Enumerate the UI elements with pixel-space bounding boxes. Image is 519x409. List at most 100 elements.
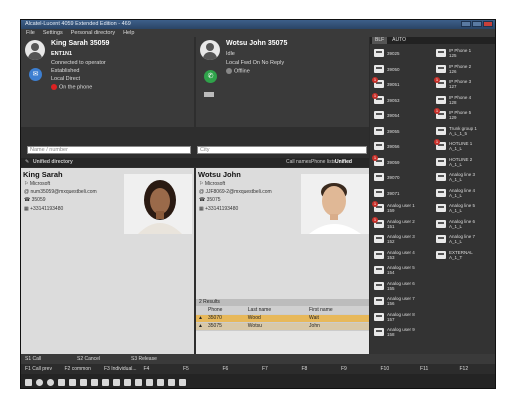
blf-item[interactable]: HOTLINE 2 A_1_L	[434, 155, 495, 171]
function-key[interactable]: F11	[420, 364, 428, 374]
blf-item[interactable]: Analog user 5 154	[372, 263, 434, 279]
blf-item[interactable]: Analog user 9 158	[372, 325, 434, 341]
blf-item[interactable]: Analog line 3 A_1_L	[434, 170, 495, 186]
blf-item[interactable]: 1 Analog user 2 151	[372, 216, 434, 233]
blf-item[interactable]: IP Phone 2 126	[434, 62, 495, 78]
key-icon[interactable]	[168, 378, 175, 386]
settings-icon[interactable]	[36, 378, 43, 386]
call-panel-2[interactable]: Wotsu John 35075 Idle Local Fwd On No Re…	[196, 37, 369, 127]
call-line-5: On the phone	[51, 84, 92, 90]
blf-item[interactable]: 39050	[372, 62, 434, 78]
blf-label: IP Phone 5 129	[449, 110, 472, 120]
blf-item[interactable]: 39055	[372, 124, 434, 140]
forward-icon[interactable]	[91, 378, 98, 386]
blf-label: HOTLINE 1 A_1_L	[449, 141, 473, 151]
s1-call-button[interactable]: S1 Call	[25, 354, 41, 364]
function-key[interactable]: F4	[144, 364, 150, 374]
tab-auto[interactable]: AUTO	[389, 37, 409, 44]
menu-help[interactable]: Help	[123, 29, 134, 37]
blf-item[interactable]: Analog user 7 156	[372, 294, 434, 310]
s3-release-button[interactable]: S3 Release	[131, 354, 157, 364]
chat-button[interactable]: ✉	[29, 68, 42, 81]
city-search[interactable]: City	[197, 146, 367, 154]
blf-item[interactable]: 1 Analog user 1 159	[372, 201, 434, 217]
blf-item[interactable]: Analog line 5 A_1_L	[434, 201, 495, 217]
function-key[interactable]: F12	[460, 364, 469, 374]
phone-device-icon	[374, 328, 384, 336]
contact-phone: ▦ +33141193480	[24, 206, 64, 212]
blf-label: Analog user 3 152	[387, 234, 415, 244]
table-row[interactable]: ▲ 35070 Wood Wait	[196, 314, 369, 323]
tab-blf[interactable]: BLF	[372, 37, 388, 44]
blf-item[interactable]: Analog line 7 A_1_L	[434, 232, 495, 248]
column-header[interactable]: First name	[307, 306, 369, 315]
close-button[interactable]	[483, 21, 493, 27]
transfer-icon[interactable]	[135, 378, 142, 386]
blf-item[interactable]: Analog line 6 A_1_L	[434, 217, 495, 233]
blf-item[interactable]: 1 39053	[372, 92, 434, 109]
blf-item[interactable]: 39054	[372, 108, 434, 124]
blf-item[interactable]: IP Phone 4 128	[434, 93, 495, 109]
back-icon[interactable]	[80, 378, 87, 386]
phone-device-icon	[436, 126, 446, 135]
blf-item[interactable]: Analog user 8 157	[372, 310, 434, 326]
blf-item[interactable]: IP Phone 1 125	[434, 46, 495, 62]
blf-item[interactable]: 39070	[372, 170, 434, 186]
blf-item[interactable]: 39056	[372, 139, 434, 155]
blf-item[interactable]: Trunk group 1 A_L_1_5	[434, 124, 495, 140]
tab-phone-lists[interactable]: Phone lists	[311, 158, 335, 167]
notification-badge: 1	[372, 216, 378, 223]
blf-item[interactable]: Analog user 3 152	[372, 232, 434, 248]
notification-badge: 1	[434, 139, 440, 145]
function-key[interactable]: F7	[262, 364, 268, 374]
table-row[interactable]: ▲ 35075 Wotsu John	[196, 322, 369, 331]
function-key[interactable]: F10	[381, 364, 390, 374]
menu-settings[interactable]: Settings	[43, 29, 63, 37]
next-icon[interactable]	[113, 378, 120, 386]
grid-icon[interactable]	[124, 378, 131, 386]
chat-icon[interactable]	[102, 378, 109, 386]
call-panel-1[interactable]: King Sarah 35059 ENT1N1 Connected to ope…	[21, 37, 194, 127]
blf-item[interactable]: 1 39059	[372, 154, 434, 171]
phone-icon[interactable]	[157, 378, 164, 386]
blf-label: Analog user 5 154	[387, 265, 415, 275]
maximize-button[interactable]	[472, 21, 482, 27]
blf-label: Analog line 4 A_1_L	[449, 187, 476, 198]
answer-call-button[interactable]: ✆	[204, 70, 217, 83]
notification-badge: 1	[372, 92, 378, 99]
bottom-toolbar	[21, 374, 495, 388]
blf-item[interactable]: 1 IP Phone 3 127	[434, 77, 495, 93]
blf-item[interactable]: EXTERNAL A_1_T	[434, 248, 495, 264]
column-header[interactable]: Last name	[245, 306, 308, 315]
blf-item[interactable]: 1 39051	[372, 77, 434, 93]
menu-personal-directory[interactable]: Personal directory	[71, 29, 115, 37]
s2-cancel-button[interactable]: S2 Cancel	[77, 354, 100, 364]
mail-icon[interactable]	[146, 378, 153, 386]
blf-item[interactable]: 1 IP Phone 5 129	[434, 108, 495, 124]
tab-call-names[interactable]: Call names	[286, 158, 311, 167]
mic-icon[interactable]	[58, 378, 65, 386]
blf-item[interactable]: 39071	[372, 186, 434, 202]
function-key[interactable]: F1 Call prev	[25, 364, 52, 374]
headset-icon[interactable]	[47, 378, 54, 386]
function-key[interactable]: F2 common	[65, 364, 91, 374]
menu-file[interactable]: File	[26, 29, 35, 37]
blf-item[interactable]: 39025	[372, 46, 434, 62]
blf-item[interactable]: Analog user 6 155	[372, 279, 434, 295]
tab-unified-directory-left[interactable]: Unified directory	[33, 158, 73, 167]
function-key[interactable]: F8	[302, 364, 308, 374]
function-key[interactable]: F3 Individual...	[104, 364, 137, 374]
pen-icon[interactable]	[179, 378, 186, 386]
name-number-search[interactable]: Name / number	[27, 146, 191, 154]
volume-icon[interactable]	[69, 378, 76, 386]
blf-item[interactable]: Analog line 4 A_1_L	[434, 186, 495, 202]
blf-item[interactable]: Analog user 4 153	[372, 248, 434, 264]
function-key[interactable]: F9	[341, 364, 347, 374]
column-header[interactable]: Phone	[206, 306, 246, 315]
phone-device-icon	[436, 64, 446, 73]
function-key[interactable]: F5	[183, 364, 189, 374]
blf-item[interactable]: 1 HOTLINE 1 A_1_L	[434, 139, 495, 155]
minimize-button[interactable]	[461, 21, 471, 27]
function-key[interactable]: F6	[223, 364, 229, 374]
stop-icon[interactable]	[25, 378, 32, 386]
